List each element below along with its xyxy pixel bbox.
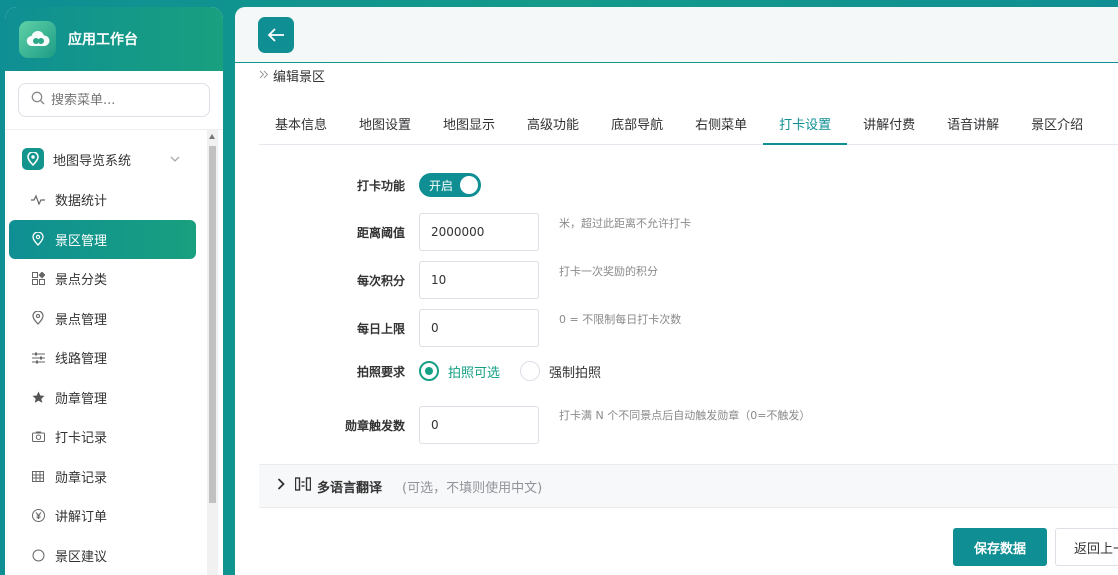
location-pin-icon (30, 310, 46, 326)
sidebar-item-label: 景点管理 (55, 312, 108, 328)
grid-icon (30, 271, 46, 287)
sidebar-item-label: 打卡记录 (55, 431, 108, 447)
sidebar-item-scenic-management[interactable]: 景区管理 (9, 219, 196, 259)
sidebar-item-label: 勋章管理 (55, 391, 108, 407)
sidebar-item-label: 勋章记录 (55, 470, 108, 486)
translation-title: 多语言翻译 (317, 480, 383, 496)
badge-input[interactable] (419, 406, 539, 444)
cloud-logo-icon (19, 20, 56, 58)
location-pin-icon (30, 231, 46, 247)
scroll-up-arrow-icon[interactable] (209, 134, 215, 139)
sidebar-search-wrap (5, 71, 223, 130)
tab-bottom-nav[interactable]: 底部导航 (595, 107, 679, 145)
form-row-checkin: 打卡功能 开启 (235, 173, 481, 197)
sidebar-item-label: 景区建议 (55, 549, 108, 565)
sidebar-item-label: 景区管理 (55, 233, 108, 249)
distance-hint: 米，超过此距离不允许打卡 (559, 217, 691, 230)
sidebar-scrollbar[interactable] (207, 130, 218, 575)
return-button[interactable]: 返回上一页 (1055, 528, 1118, 566)
radio-photo-required[interactable]: 强制拍照 (520, 361, 601, 381)
sidebar-item-label: 数据统计 (55, 194, 108, 210)
breadcrumb: 编辑景区 (259, 66, 325, 85)
sidebar-item-spot-management[interactable]: 景点管理 (0, 299, 202, 339)
arrow-left-icon (267, 28, 284, 42)
top-bar (235, 7, 1118, 62)
sidebar-item-label: 线路管理 (55, 352, 108, 368)
sidebar-item-data-stats[interactable]: 数据统计 (0, 180, 202, 220)
tab-checkin-settings[interactable]: 打卡设置 (763, 107, 848, 145)
badge-hint: 打卡满 N 个不同景点后自动触发勋章（0=不触发） (559, 409, 811, 422)
translate-icon (294, 477, 312, 495)
sidebar-item-checkin-records[interactable]: 打卡记录 (0, 417, 202, 457)
tab-right-menu[interactable]: 右侧菜单 (679, 107, 763, 145)
sidebar-item-route-management[interactable]: 线路管理 (0, 338, 202, 378)
sidebar-search-box[interactable] (18, 83, 210, 117)
tab-map-display[interactable]: 地图显示 (427, 107, 511, 145)
activity-icon (30, 192, 46, 208)
radio-label: 拍照可选 (448, 365, 501, 381)
menu-group-map-system[interactable]: 地图导览系统 (0, 138, 202, 180)
breadcrumb-current: 编辑景区 (273, 70, 326, 85)
camera-icon (30, 429, 46, 445)
translation-collapse[interactable]: 多语言翻译 (可选，不填则使用中文) (259, 464, 1118, 508)
yen-icon (30, 508, 46, 524)
radio-label: 强制拍照 (549, 365, 602, 381)
toggle-knob (460, 176, 478, 194)
tab-audio-payment[interactable]: 讲解付费 (847, 107, 931, 145)
distance-label: 距离阈值 (356, 225, 405, 240)
sidebar-header: 应用工作台 (5, 7, 223, 71)
chevron-down-icon (170, 152, 180, 167)
main-content: 编辑景区 基本信息 地图设置 地图显示 高级功能 底部导航 右侧菜单 打卡设置 … (235, 63, 1118, 575)
checkin-label: 打卡功能 (356, 178, 405, 193)
points-label: 每次积分 (356, 273, 405, 288)
points-hint: 打卡一次奖励的积分 (559, 265, 658, 278)
photo-label: 拍照要求 (356, 364, 405, 379)
menu-group-label: 地图导览系统 (53, 153, 132, 169)
form-row-badge: 勋章触发数 (235, 406, 539, 444)
radio-photo-optional[interactable]: 拍照可选 (419, 361, 500, 381)
toggle-text: 开启 (429, 178, 454, 193)
sidebar-item-badge-management[interactable]: 勋章管理 (0, 378, 202, 418)
tab-bar: 基本信息 地图设置 地图显示 高级功能 底部导航 右侧菜单 打卡设置 讲解付费 … (259, 107, 1118, 145)
sidebar-item-badge-records[interactable]: 勋章记录 (0, 457, 202, 497)
table-icon (30, 468, 46, 484)
app-title: 应用工作台 (68, 32, 138, 48)
translation-subtitle: (可选，不填则使用中文) (402, 480, 543, 496)
sidebar-item-label: 景点分类 (55, 273, 108, 289)
form-row-photo: 拍照要求 拍照可选 强制拍照 (235, 361, 601, 381)
sidebar-menu: 地图导览系统 数据统计 景区管理 景点分类 景点管理 线路管理 勋章管理 打卡记… (0, 130, 202, 575)
radio-circle (520, 361, 541, 381)
daily-limit-label: 每日上限 (356, 321, 405, 336)
sidebar-item-scenic-suggestions[interactable]: 景区建议 (0, 536, 202, 575)
double-chevron-right-icon (259, 68, 269, 83)
save-button[interactable]: 保存数据 (953, 528, 1047, 566)
tab-map-settings[interactable]: 地图设置 (343, 107, 427, 145)
scrollbar-thumb[interactable] (209, 146, 216, 503)
tab-scenic-intro[interactable]: 景区介绍 (1015, 107, 1099, 145)
form-row-distance: 距离阈值 (235, 213, 539, 251)
radio-circle (419, 361, 439, 381)
badge-label: 勋章触发数 (344, 418, 405, 433)
star-icon (30, 389, 46, 405)
form-row-points: 每次积分 (235, 261, 539, 299)
sidebar-item-spot-category[interactable]: 景点分类 (0, 259, 202, 299)
distance-input[interactable] (419, 213, 539, 251)
search-input[interactable] (51, 92, 191, 108)
circle-icon (30, 547, 46, 563)
tab-basic-info[interactable]: 基本信息 (259, 107, 343, 145)
search-icon (31, 91, 45, 109)
tab-advanced[interactable]: 高级功能 (511, 107, 595, 145)
chevron-right-icon (277, 478, 285, 494)
points-input[interactable] (419, 261, 539, 299)
daily-limit-input[interactable] (419, 309, 539, 347)
back-button[interactable] (258, 17, 294, 53)
sidebar-item-audio-orders[interactable]: 讲解订单 (0, 496, 202, 536)
sidebar-item-label: 讲解订单 (55, 510, 108, 526)
daily-limit-hint: 0 = 不限制每日打卡次数 (559, 313, 682, 326)
map-pin-icon (22, 148, 44, 170)
form-row-daily-limit: 每日上限 (235, 309, 539, 347)
sliders-icon (30, 350, 46, 366)
checkin-toggle[interactable]: 开启 (419, 173, 481, 197)
tab-voice-guide[interactable]: 语音讲解 (931, 107, 1015, 145)
